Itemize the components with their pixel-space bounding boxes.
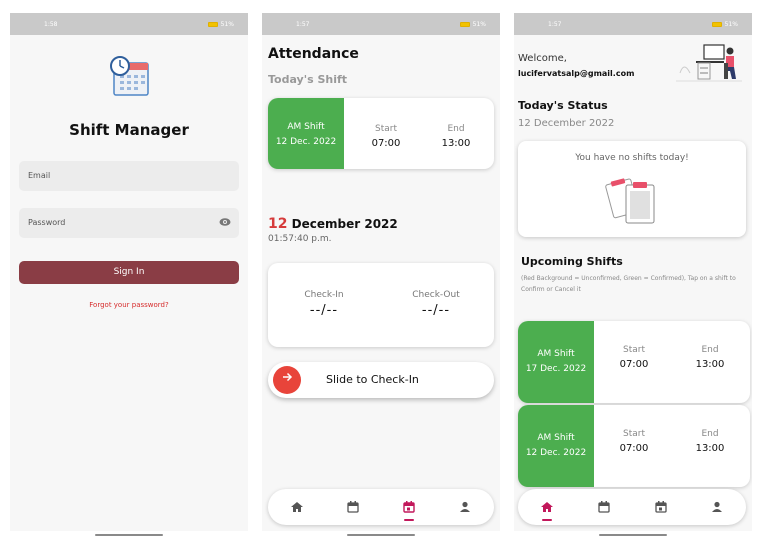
shift-start: Start 07:00 — [604, 429, 664, 454]
battery-icon — [207, 21, 218, 27]
upcoming-shift-card[interactable]: AM Shift 12 Dec. 2022 Start 07:00 End 13… — [518, 405, 750, 487]
battery-icon — [711, 21, 722, 27]
checkout-value: --/-- — [421, 303, 451, 318]
person-icon[interactable] — [710, 500, 724, 514]
end-value: 13:00 — [695, 359, 725, 370]
shift-badge: AM Shift 12 Dec. 2022 — [268, 98, 344, 169]
clipboard-icon — [605, 178, 655, 224]
clock-calendar-logo-icon — [108, 55, 152, 103]
login-screen: 1:58 51% Shift Manager Email Password Si… — [10, 13, 248, 531]
home-icon[interactable] — [290, 500, 304, 514]
end-value: 13:00 — [695, 443, 725, 454]
gesture-bar — [599, 534, 667, 536]
shift-badge: AM Shift 17 Dec. 2022 — [518, 321, 594, 403]
checkin-checkout-card: Check-In --/-- Check-Out --/-- — [268, 263, 494, 347]
page-title: Attendance — [268, 46, 359, 62]
start-label: Start — [375, 124, 397, 134]
status-time: 1:58 — [44, 20, 58, 28]
status-time: 1:57 — [548, 20, 562, 28]
current-time: 01:57:40 p.m. — [268, 234, 332, 244]
bottom-nav — [268, 489, 494, 525]
shift-date: 12 Dec. 2022 — [525, 448, 587, 458]
upcoming-shifts-title: Upcoming Shifts — [521, 255, 623, 268]
shift-name: AM Shift — [537, 433, 575, 443]
eye-icon[interactable] — [219, 217, 231, 229]
calendar-icon[interactable] — [597, 500, 611, 514]
app-title: Shift Manager — [69, 121, 189, 139]
shift-end: End 13:00 — [680, 429, 740, 454]
home-icon[interactable] — [540, 500, 554, 514]
gesture-bar — [347, 534, 415, 536]
shift-date: 12 Dec. 2022 — [275, 137, 337, 147]
todays-status-date: 12 December 2022 — [518, 118, 615, 129]
battery-level: 51% — [472, 20, 486, 28]
checkin-value: --/-- — [309, 303, 339, 318]
checkin-label: Check-In — [304, 290, 344, 300]
status-bar: 1:57 51% — [514, 13, 752, 35]
password-placeholder: Password — [28, 218, 66, 227]
active-tab-indicator — [542, 519, 552, 521]
shift-date: 17 Dec. 2022 — [525, 364, 587, 374]
current-date: 12 December 2022 — [268, 216, 398, 232]
shift-name: AM Shift — [537, 349, 575, 359]
shift-end: End 13:00 — [426, 124, 486, 149]
email-field[interactable]: Email — [19, 161, 239, 191]
status-bar: 1:57 51% — [262, 13, 500, 35]
person-icon[interactable] — [458, 500, 472, 514]
checkin-block: Check-In --/-- — [284, 290, 364, 318]
start-value: 07:00 — [371, 138, 401, 149]
battery-icon — [459, 21, 470, 27]
password-field[interactable]: Password — [19, 208, 239, 238]
sign-in-button[interactable]: Sign In — [19, 261, 239, 284]
status-bar: 1:58 51% — [10, 13, 248, 35]
calendar-today-icon[interactable] — [654, 500, 668, 514]
welcome-text: Welcome, — [518, 53, 567, 64]
upcoming-shifts-note: (Red Background = Unconfirmed, Green = C… — [521, 275, 736, 293]
start-value: 07:00 — [619, 359, 649, 370]
active-tab-indicator — [404, 519, 414, 521]
end-label: End — [701, 345, 719, 355]
shift-start: Start 07:00 — [356, 124, 416, 149]
user-email: lucifervatsalp@gmail.com — [518, 69, 635, 78]
slide-label: Slide to Check-In — [326, 373, 419, 386]
slide-to-checkin[interactable]: Slide to Check-In — [268, 362, 494, 398]
shift-start: Start 07:00 — [604, 345, 664, 370]
shift-end: End 13:00 — [680, 345, 740, 370]
end-value: 13:00 — [441, 138, 471, 149]
calendar-today-icon[interactable] — [402, 500, 416, 514]
checkout-block: Check-Out --/-- — [396, 290, 476, 318]
gesture-bar — [95, 534, 163, 536]
battery-level: 51% — [724, 20, 738, 28]
no-shift-card: You have no shifts today! — [518, 141, 746, 237]
status-time: 1:57 — [296, 20, 310, 28]
desk-worker-illustration-icon — [666, 43, 744, 91]
start-label: Start — [623, 429, 645, 439]
shift-name: AM Shift — [287, 122, 325, 132]
date-day: 12 — [268, 216, 288, 232]
bottom-nav — [518, 489, 746, 525]
calendar-icon[interactable] — [346, 500, 360, 514]
checkout-label: Check-Out — [412, 290, 460, 300]
shift-card[interactable]: AM Shift 12 Dec. 2022 Start 07:00 End 13… — [268, 98, 494, 169]
home-screen: 1:57 51% Welcome, lucifervatsalp@gmail.c… — [514, 13, 752, 531]
date-rest: December 2022 — [287, 217, 398, 231]
attendance-screen: 1:57 51% Attendance Today's Shift AM Shi… — [262, 13, 500, 531]
end-label: End — [447, 124, 465, 134]
start-label: Start — [623, 345, 645, 355]
arrow-right-icon[interactable] — [273, 366, 301, 394]
todays-status-title: Today's Status — [518, 99, 608, 112]
battery-level: 51% — [220, 20, 234, 28]
shift-badge: AM Shift 12 Dec. 2022 — [518, 405, 594, 487]
end-label: End — [701, 429, 719, 439]
forgot-password-link[interactable]: Forgot your password? — [10, 301, 248, 309]
start-value: 07:00 — [619, 443, 649, 454]
email-placeholder: Email — [28, 171, 51, 180]
section-subtitle: Today's Shift — [268, 73, 348, 86]
no-shift-message: You have no shifts today! — [575, 153, 689, 163]
upcoming-shift-card[interactable]: AM Shift 17 Dec. 2022 Start 07:00 End 13… — [518, 321, 750, 403]
